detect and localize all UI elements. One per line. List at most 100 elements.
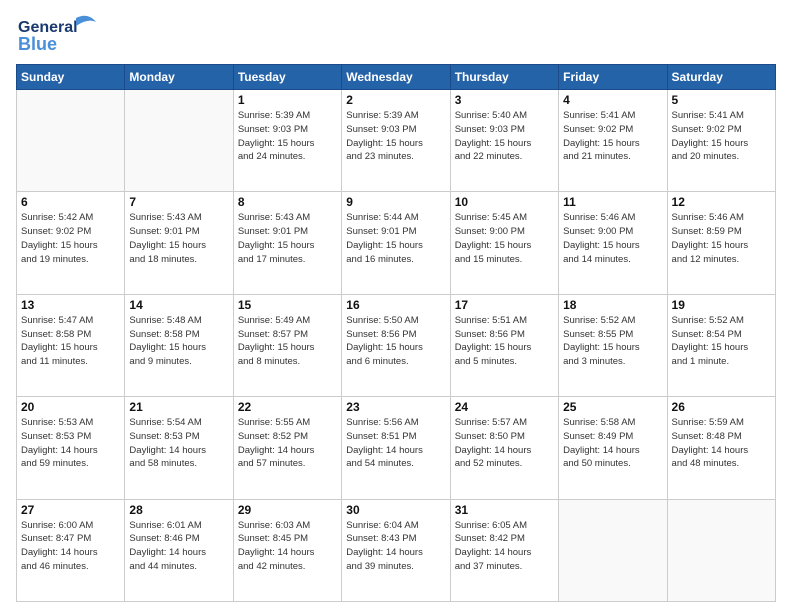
calendar-cell: 13Sunrise: 5:47 AM Sunset: 8:58 PM Dayli…: [17, 294, 125, 396]
calendar-cell: 3Sunrise: 5:40 AM Sunset: 9:03 PM Daylig…: [450, 90, 558, 192]
day-info: Sunrise: 5:52 AM Sunset: 8:54 PM Dayligh…: [672, 314, 771, 369]
day-number: 26: [672, 400, 771, 414]
day-info: Sunrise: 5:43 AM Sunset: 9:01 PM Dayligh…: [238, 211, 337, 266]
day-info: Sunrise: 5:44 AM Sunset: 9:01 PM Dayligh…: [346, 211, 445, 266]
weekday-header: Thursday: [450, 65, 558, 90]
weekday-header: Monday: [125, 65, 233, 90]
calendar-cell: 21 Sunrise: 5:54 AM Sunset: 8:53 PM Dayli…: [125, 397, 233, 499]
day-number: 6: [21, 195, 120, 209]
day-number: 27: [21, 503, 120, 517]
day-number: 1: [238, 93, 337, 107]
day-number: 10: [455, 195, 554, 209]
calendar-cell: 14 Sunrise: 5:48 AM Sunset: 8:58 PM Dayli…: [125, 294, 233, 396]
day-info: Sunrise: 6:00 AM Sunset: 8:47 PM Dayligh…: [21, 519, 120, 574]
day-info: Sunrise: 5:56 AM Sunset: 8:51 PM Dayligh…: [346, 416, 445, 471]
day-number: 19: [672, 298, 771, 312]
calendar-week-row: 13Sunrise: 5:47 AM Sunset: 8:58 PM Dayli…: [17, 294, 776, 396]
calendar-cell: 19 Sunrise: 5:52 AM Sunset: 8:54 PM Dayli…: [667, 294, 775, 396]
day-info: Sunrise: 5:49 AM Sunset: 8:57 PM Dayligh…: [238, 314, 337, 369]
day-number: 24: [455, 400, 554, 414]
calendar-cell: 11 Sunrise: 5:46 AM Sunset: 9:00 PM Dayli…: [559, 192, 667, 294]
calendar-cell: [125, 90, 233, 192]
weekday-header: Wednesday: [342, 65, 450, 90]
svg-text:Blue: Blue: [18, 34, 57, 54]
day-info: Sunrise: 5:50 AM Sunset: 8:56 PM Dayligh…: [346, 314, 445, 369]
day-number: 2: [346, 93, 445, 107]
day-info: Sunrise: 5:46 AM Sunset: 8:59 PM Dayligh…: [672, 211, 771, 266]
calendar-table: SundayMondayTuesdayWednesdayThursdayFrid…: [16, 64, 776, 602]
calendar-cell: 27 Sunrise: 6:00 AM Sunset: 8:47 PM Dayli…: [17, 499, 125, 601]
day-info: Sunrise: 5:57 AM Sunset: 8:50 PM Dayligh…: [455, 416, 554, 471]
calendar-cell: 29 Sunrise: 6:03 AM Sunset: 8:45 PM Dayli…: [233, 499, 341, 601]
day-info: Sunrise: 6:03 AM Sunset: 8:45 PM Dayligh…: [238, 519, 337, 574]
calendar-cell: 24 Sunrise: 5:57 AM Sunset: 8:50 PM Dayli…: [450, 397, 558, 499]
day-number: 20: [21, 400, 120, 414]
day-number: 28: [129, 503, 228, 517]
day-info: Sunrise: 5:41 AM Sunset: 9:02 PM Dayligh…: [563, 109, 662, 164]
day-info: Sunrise: 5:53 AM Sunset: 8:53 PM Dayligh…: [21, 416, 120, 471]
day-number: 5: [672, 93, 771, 107]
day-number: 9: [346, 195, 445, 209]
calendar-cell: 8 Sunrise: 5:43 AM Sunset: 9:01 PM Daylig…: [233, 192, 341, 294]
calendar-cell: 22 Sunrise: 5:55 AM Sunset: 8:52 PM Dayli…: [233, 397, 341, 499]
day-info: Sunrise: 5:52 AM Sunset: 8:55 PM Dayligh…: [563, 314, 662, 369]
calendar-week-row: 1 Sunrise: 5:39 AM Sunset: 9:03 PM Daylig…: [17, 90, 776, 192]
day-info: Sunrise: 5:39 AM Sunset: 9:03 PM Dayligh…: [346, 109, 445, 164]
header: General Blue: [16, 10, 776, 58]
day-info: Sunrise: 5:59 AM Sunset: 8:48 PM Dayligh…: [672, 416, 771, 471]
day-number: 15: [238, 298, 337, 312]
day-number: 4: [563, 93, 662, 107]
calendar-cell: 2 Sunrise: 5:39 AM Sunset: 9:03 PM Daylig…: [342, 90, 450, 192]
day-number: 29: [238, 503, 337, 517]
day-info: Sunrise: 6:01 AM Sunset: 8:46 PM Dayligh…: [129, 519, 228, 574]
day-info: Sunrise: 6:04 AM Sunset: 8:43 PM Dayligh…: [346, 519, 445, 574]
day-number: 21: [129, 400, 228, 414]
day-info: Sunrise: 5:41 AM Sunset: 9:02 PM Dayligh…: [672, 109, 771, 164]
day-number: 16: [346, 298, 445, 312]
calendar-cell: 23Sunrise: 5:56 AM Sunset: 8:51 PM Dayli…: [342, 397, 450, 499]
day-info: Sunrise: 6:05 AM Sunset: 8:42 PM Dayligh…: [455, 519, 554, 574]
day-number: 17: [455, 298, 554, 312]
day-number: 12: [672, 195, 771, 209]
calendar-cell: 6 Sunrise: 5:42 AM Sunset: 9:02 PM Daylig…: [17, 192, 125, 294]
calendar-cell: [667, 499, 775, 601]
day-info: Sunrise: 5:47 AM Sunset: 8:58 PM Dayligh…: [21, 314, 120, 369]
calendar-cell: 20 Sunrise: 5:53 AM Sunset: 8:53 PM Dayli…: [17, 397, 125, 499]
day-info: Sunrise: 5:55 AM Sunset: 8:52 PM Dayligh…: [238, 416, 337, 471]
day-info: Sunrise: 5:46 AM Sunset: 9:00 PM Dayligh…: [563, 211, 662, 266]
calendar-cell: 25Sunrise: 5:58 AM Sunset: 8:49 PM Dayli…: [559, 397, 667, 499]
day-number: 8: [238, 195, 337, 209]
day-number: 14: [129, 298, 228, 312]
calendar-cell: 12 Sunrise: 5:46 AM Sunset: 8:59 PM Dayli…: [667, 192, 775, 294]
calendar-week-row: 6 Sunrise: 5:42 AM Sunset: 9:02 PM Daylig…: [17, 192, 776, 294]
calendar-week-row: 27 Sunrise: 6:00 AM Sunset: 8:47 PM Dayli…: [17, 499, 776, 601]
calendar-cell: 1 Sunrise: 5:39 AM Sunset: 9:03 PM Daylig…: [233, 90, 341, 192]
day-info: Sunrise: 5:45 AM Sunset: 9:00 PM Dayligh…: [455, 211, 554, 266]
weekday-header: Saturday: [667, 65, 775, 90]
day-info: Sunrise: 5:48 AM Sunset: 8:58 PM Dayligh…: [129, 314, 228, 369]
calendar-cell: 17 Sunrise: 5:51 AM Sunset: 8:56 PM Dayli…: [450, 294, 558, 396]
calendar-cell: 30Sunrise: 6:04 AM Sunset: 8:43 PM Dayli…: [342, 499, 450, 601]
day-number: 11: [563, 195, 662, 209]
day-number: 7: [129, 195, 228, 209]
calendar-cell: 16 Sunrise: 5:50 AM Sunset: 8:56 PM Dayli…: [342, 294, 450, 396]
calendar-cell: 15 Sunrise: 5:49 AM Sunset: 8:57 PM Dayli…: [233, 294, 341, 396]
day-info: Sunrise: 5:51 AM Sunset: 8:56 PM Dayligh…: [455, 314, 554, 369]
calendar-cell: 4 Sunrise: 5:41 AM Sunset: 9:02 PM Daylig…: [559, 90, 667, 192]
day-info: Sunrise: 5:40 AM Sunset: 9:03 PM Dayligh…: [455, 109, 554, 164]
day-number: 22: [238, 400, 337, 414]
day-number: 18: [563, 298, 662, 312]
weekday-header: Sunday: [17, 65, 125, 90]
calendar-cell: 5 Sunrise: 5:41 AM Sunset: 9:02 PM Daylig…: [667, 90, 775, 192]
day-info: Sunrise: 5:42 AM Sunset: 9:02 PM Dayligh…: [21, 211, 120, 266]
day-info: Sunrise: 5:43 AM Sunset: 9:01 PM Dayligh…: [129, 211, 228, 266]
weekday-header: Tuesday: [233, 65, 341, 90]
calendar-cell: 7 Sunrise: 5:43 AM Sunset: 9:01 PM Daylig…: [125, 192, 233, 294]
day-info: Sunrise: 5:54 AM Sunset: 8:53 PM Dayligh…: [129, 416, 228, 471]
calendar-cell: 18 Sunrise: 5:52 AM Sunset: 8:55 PM Dayli…: [559, 294, 667, 396]
day-number: 25: [563, 400, 662, 414]
calendar-cell: [17, 90, 125, 192]
calendar-header-row: SundayMondayTuesdayWednesdayThursdayFrid…: [17, 65, 776, 90]
calendar-cell: 31Sunrise: 6:05 AM Sunset: 8:42 PM Dayli…: [450, 499, 558, 601]
day-info: Sunrise: 5:39 AM Sunset: 9:03 PM Dayligh…: [238, 109, 337, 164]
